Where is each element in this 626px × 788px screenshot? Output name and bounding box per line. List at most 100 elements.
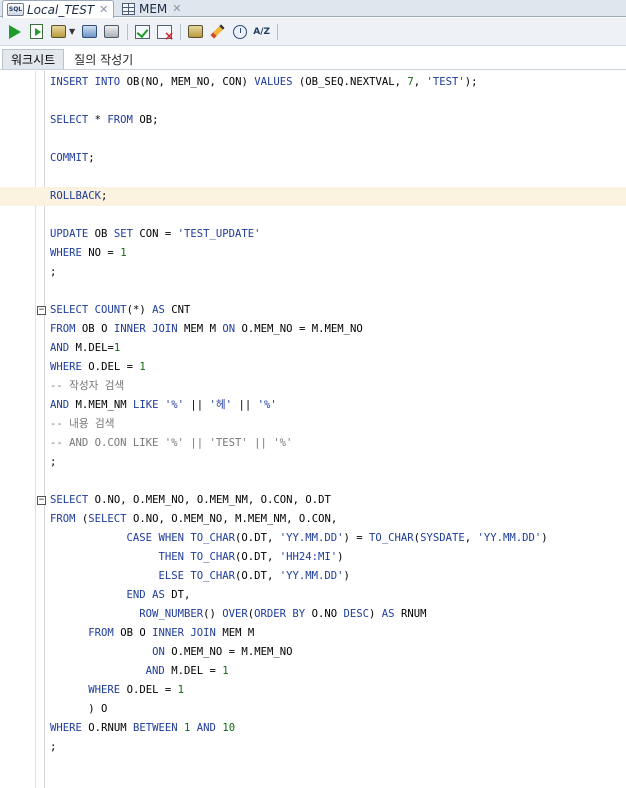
toolbar-separator	[127, 23, 129, 40]
code-text: WHERE O.DEL = 1	[88, 684, 185, 696]
code-line[interactable]: ;	[0, 738, 626, 757]
run-icon	[8, 24, 21, 39]
code-text: ROW_NUMBER() OVER(ORDER BY O.NO DESC) AS…	[139, 608, 427, 620]
sql-history-button[interactable]	[231, 23, 248, 40]
code-text: SELECT O.NO, O.MEM_NO, O.MEM_NM, O.CON, …	[50, 494, 331, 506]
tab-worksheet[interactable]: 워크시트	[2, 49, 65, 69]
tab-query-builder[interactable]: 질의 작성기	[64, 49, 141, 69]
toolbar-separator	[180, 23, 182, 40]
sql-tuning-icon	[104, 25, 120, 38]
code-text: ;	[50, 456, 57, 468]
code-line[interactable]: FROM OB O INNER JOIN MEM M	[0, 624, 626, 643]
code-line[interactable]: ) O	[0, 700, 626, 719]
unshared-worksheet-icon	[188, 25, 204, 38]
code-line[interactable]	[0, 92, 626, 111]
code-text: AND M.MEM_NM LIKE '%' || '헤' || '%'	[50, 399, 277, 411]
code-text: WHERE O.RNUM BETWEEN 1 AND 10	[50, 722, 236, 734]
code-line[interactable]: SELECT * FROM OB;	[0, 111, 626, 130]
code-text: END AS DT,	[126, 589, 191, 601]
code-text: COMMIT;	[50, 152, 95, 164]
code-line[interactable]: WHERE O.DEL = 1	[0, 358, 626, 377]
code-line[interactable]	[0, 206, 626, 225]
code-text: CASE WHEN TO_CHAR(O.DT, 'YY.MM.DD') = TO…	[126, 532, 548, 544]
code-text: SELECT * FROM OB;	[50, 114, 159, 126]
code-line[interactable]: FROM (SELECT O.NO, O.MEM_NO, M.MEM_NM, O…	[0, 510, 626, 529]
code-line[interactable]: -- AND O.CON LIKE '%' || 'TEST' || '%'	[0, 434, 626, 453]
code-line[interactable]: − SELECT COUNT(*) AS CNT	[0, 301, 626, 320]
code-line[interactable]: ON O.MEM_NO = M.MEM_NO	[0, 643, 626, 662]
code-text: ) O	[50, 703, 108, 715]
code-line[interactable]: FROM OB O INNER JOIN MEM M ON O.MEM_NO =…	[0, 320, 626, 339]
code-line[interactable]: ;	[0, 453, 626, 472]
autotrace-icon	[51, 25, 66, 38]
code-text: ;	[50, 741, 57, 753]
code-line[interactable]	[0, 472, 626, 491]
code-line[interactable]	[0, 282, 626, 301]
code-text: WHERE NO = 1	[50, 247, 127, 259]
code-line[interactable]: WHERE NO = 1	[0, 244, 626, 263]
code-line[interactable]	[0, 168, 626, 187]
run-script-button[interactable]	[28, 23, 45, 40]
code-line[interactable]: -- 내용 검색	[0, 415, 626, 434]
code-line[interactable]: ROW_NUMBER() OVER(ORDER BY O.NO DESC) AS…	[0, 605, 626, 624]
code-line[interactable]: AND M.DEL = 1	[0, 662, 626, 681]
sql-tuning-button[interactable]	[103, 23, 120, 40]
unshared-worksheet-button[interactable]	[187, 23, 204, 40]
worksheet-toolbar: ▼ A/Z	[0, 18, 626, 46]
code-text: FROM OB O INNER JOIN MEM M	[88, 627, 255, 639]
code-line[interactable]: CASE WHEN TO_CHAR(O.DT, 'YY.MM.DD') = TO…	[0, 529, 626, 548]
code-text: AND M.DEL = 1	[145, 665, 229, 677]
close-icon[interactable]: ✕	[99, 3, 108, 16]
rollback-icon	[157, 24, 174, 43]
code-line[interactable]: WHERE O.DEL = 1	[0, 681, 626, 700]
tab-label: Local_TEST	[27, 2, 95, 17]
code-line[interactable]: COMMIT;	[0, 149, 626, 168]
code-text: WHERE O.DEL = 1	[50, 361, 146, 373]
fold-toggle-icon[interactable]: −	[37, 306, 46, 315]
format-button[interactable]: A/Z	[253, 23, 270, 40]
code-line[interactable]: UPDATE OB SET CON = 'TEST_UPDATE'	[0, 225, 626, 244]
code-text: FROM OB O INNER JOIN MEM M ON O.MEM_NO =…	[50, 323, 363, 335]
code-line[interactable]: ;	[0, 263, 626, 282]
clear-button[interactable]	[209, 23, 226, 40]
code-line[interactable]: AND M.DEL=1	[0, 339, 626, 358]
run-statement-button[interactable]	[6, 23, 23, 40]
code-text: ELSE TO_CHAR(O.DT, 'YY.MM.DD')	[158, 570, 350, 582]
code-line[interactable]: WHERE O.RNUM BETWEEN 1 AND 10	[0, 719, 626, 738]
commit-icon	[135, 24, 151, 39]
tab-local-test[interactable]: SQL Local_TEST ✕	[2, 0, 114, 18]
explain-plan-button[interactable]	[81, 23, 98, 40]
close-icon[interactable]: ✕	[172, 2, 181, 15]
run-script-icon	[30, 24, 43, 39]
code-line[interactable]	[0, 130, 626, 149]
worksheet-subtabs: 워크시트 질의 작성기	[0, 48, 626, 70]
explain-plan-icon	[82, 25, 98, 38]
code-line[interactable]: -- 작성자 검색	[0, 377, 626, 396]
sql-editor[interactable]: INSERT INTO OB(NO, MEM_NO, CON) VALUES (…	[0, 71, 626, 788]
code-text: ;	[50, 266, 57, 278]
code-line[interactable]: END AS DT,	[0, 586, 626, 605]
code-line[interactable]: ELSE TO_CHAR(O.DT, 'YY.MM.DD')	[0, 567, 626, 586]
code-text: -- 내용 검색	[50, 418, 115, 430]
code-text: AND M.DEL=1	[50, 342, 121, 354]
chevron-down-icon[interactable]: ▼	[69, 27, 75, 36]
code-line[interactable]: AND M.MEM_NM LIKE '%' || '헤' || '%'	[0, 396, 626, 415]
fold-toggle-icon[interactable]: −	[37, 496, 46, 505]
code-text: INSERT INTO OB(NO, MEM_NO, CON) VALUES (…	[50, 76, 478, 88]
eraser-icon	[210, 24, 225, 39]
code-text: -- 작성자 검색	[50, 380, 125, 392]
autotrace-button[interactable]	[50, 23, 67, 40]
tab-mem[interactable]: MEM ✕	[118, 0, 198, 17]
code-text: -- AND O.CON LIKE '%' || 'TEST' || '%'	[50, 437, 293, 449]
code-line[interactable]: THEN TO_CHAR(O.DT, 'HH24:MI')	[0, 548, 626, 567]
rollback-button[interactable]	[156, 23, 174, 43]
commit-button[interactable]	[134, 23, 151, 40]
sql-worksheet-icon: SQL	[7, 3, 24, 16]
code-text: ROLLBACK;	[50, 190, 108, 202]
editor-tab-strip: SQL Local_TEST ✕ MEM ✕	[0, 0, 626, 18]
code-line[interactable]: ROLLBACK;	[0, 187, 626, 206]
code-line[interactable]: − SELECT O.NO, O.MEM_NO, O.MEM_NM, O.CON,…	[0, 491, 626, 510]
code-text: THEN TO_CHAR(O.DT, 'HH24:MI')	[158, 551, 344, 563]
code-line[interactable]: INSERT INTO OB(NO, MEM_NO, CON) VALUES (…	[0, 73, 626, 92]
code-text: ON O.MEM_NO = M.MEM_NO	[152, 646, 293, 658]
